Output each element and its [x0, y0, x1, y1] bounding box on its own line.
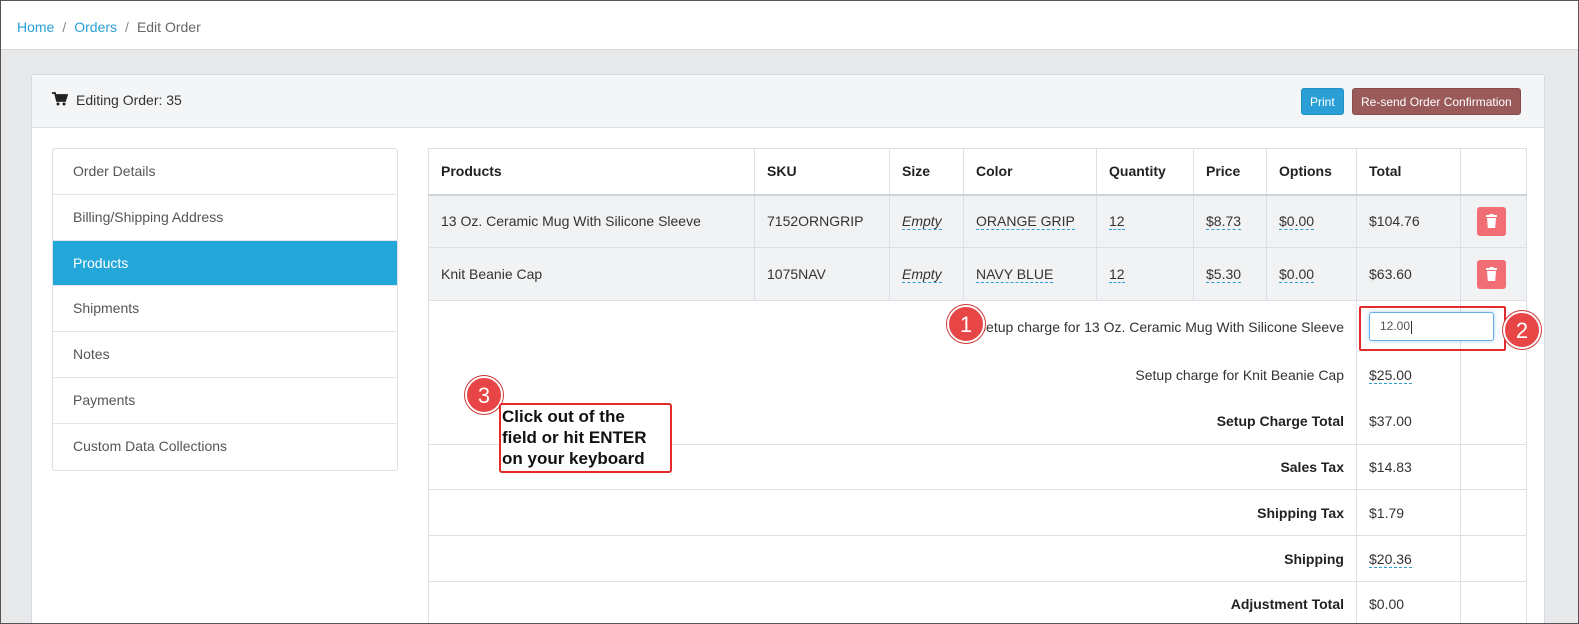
actions-cell [1460, 247, 1527, 301]
options-editable[interactable]: $0.00 [1279, 266, 1315, 283]
quantity-editable[interactable]: 12 [1109, 213, 1125, 231]
breadcrumb-home[interactable]: Home [17, 19, 54, 35]
column-header: SKU [754, 148, 890, 196]
product-sku: 7152ORNGRIP [754, 194, 890, 248]
setup-beanie-label: Setup charge for Knit Beanie Cap [428, 352, 1357, 399]
color-cell: NAVY BLUE [963, 247, 1097, 301]
column-header: Products [428, 148, 755, 196]
table-row: 13 Oz. Ceramic Mug With Silicone Sleeve … [428, 194, 1527, 248]
setup-beanie-editable[interactable]: $25.00 [1369, 367, 1412, 385]
adjustment-label: Adjustment Total [428, 580, 1357, 623]
sidebar-item-notes[interactable]: Notes [53, 332, 397, 378]
shipping-label: Shipping [428, 535, 1357, 582]
sidebar-item-billing-shipping[interactable]: Billing/Shipping Address [53, 195, 397, 241]
setup-mug-label: Setup charge for 13 Oz. Ceramic Mug With… [428, 300, 1357, 353]
panel-header: Editing Order: 35 Print Re-send Order Co… [32, 75, 1544, 128]
sidebar-item-payments[interactable]: Payments [53, 378, 397, 424]
size-editable[interactable]: Empty [902, 213, 942, 231]
instruction-callout: Click out of the field or hit ENTER on y… [499, 403, 672, 473]
size-editable[interactable]: Empty [902, 266, 942, 283]
adjustment-value: $0.00 [1356, 580, 1461, 623]
order-sidebar: Order Details Billing/Shipping Address P… [52, 148, 398, 471]
table-row: Knit Beanie Cap 1075NAV Empty NAVY BLUE … [428, 247, 1527, 301]
callout-line: field or hit ENTER [502, 428, 647, 447]
breadcrumb: Home / Orders / Edit Order [17, 19, 201, 35]
column-header: Options [1266, 148, 1357, 196]
price-cell: $5.30 [1193, 247, 1267, 301]
table-header-row: Products SKU Size Color Quantity Price O… [428, 148, 1527, 196]
summary-row-setup-beanie: Setup charge for Knit Beanie Cap $25.00 [428, 352, 1527, 399]
step-badge-2: 2 [1503, 311, 1541, 349]
color-editable[interactable]: ORANGE GRIP [976, 213, 1075, 231]
print-button[interactable]: Print [1301, 88, 1344, 115]
breadcrumb-separator: / [125, 19, 129, 35]
shipping-editable[interactable]: $20.36 [1369, 550, 1412, 568]
breadcrumb-separator: / [62, 19, 67, 35]
app-frame: Home / Orders / Edit Order Editing Order: 35… [0, 0, 1579, 624]
sales-tax-value: $14.83 [1356, 443, 1461, 491]
column-header: Price [1193, 148, 1267, 196]
callout-line: Click out of the [502, 407, 625, 426]
color-editable[interactable]: NAVY BLUE [976, 266, 1054, 283]
summary-row-shipping: Shipping $20.36 [428, 535, 1527, 582]
sidebar-item-products[interactable]: Products [53, 240, 397, 287]
options-cell: $0.00 [1266, 194, 1357, 248]
actions-cell [1460, 194, 1527, 248]
resend-confirmation-button[interactable]: Re-send Order Confirmation [1352, 88, 1521, 115]
callout-line: on your keyboard [502, 449, 645, 468]
row-total: $104.76 [1356, 194, 1461, 248]
summary-row-adjustment: Adjustment Total $0.00 [428, 580, 1527, 623]
setup-total-value: $37.00 [1356, 398, 1461, 445]
breadcrumb-orders[interactable]: Orders [74, 19, 117, 35]
trash-icon [1486, 266, 1497, 281]
quantity-editable[interactable]: 12 [1109, 266, 1125, 283]
price-editable[interactable]: $8.73 [1206, 213, 1242, 231]
shipping-tax-label: Shipping Tax [428, 489, 1357, 537]
empty-cell [1460, 535, 1527, 582]
setup-beanie-cell: $25.00 [1356, 352, 1461, 399]
price-editable[interactable]: $5.30 [1206, 266, 1242, 283]
options-cell: $0.00 [1266, 247, 1357, 301]
step-badge-3: 3 [465, 376, 503, 414]
price-cell: $8.73 [1193, 194, 1267, 248]
quantity-cell: 12 [1096, 247, 1194, 301]
shipping-tax-value: $1.79 [1356, 489, 1461, 537]
column-header-actions [1460, 148, 1527, 196]
shopping-cart-icon [52, 92, 68, 106]
product-name: Knit Beanie Cap [428, 247, 755, 301]
color-cell: ORANGE GRIP [963, 194, 1097, 248]
shipping-cell: $20.36 [1356, 535, 1461, 582]
empty-cell [1460, 489, 1527, 537]
column-header: Color [963, 148, 1097, 196]
trash-icon [1486, 213, 1497, 228]
sidebar-item-shipments[interactable]: Shipments [53, 286, 397, 333]
options-editable[interactable]: $0.00 [1279, 213, 1315, 231]
column-header: Quantity [1096, 148, 1194, 196]
product-sku: 1075NAV [754, 247, 890, 301]
products-table-wrap: Products SKU Size Color Quantity Price O… [428, 148, 1527, 623]
sidebar-item-custom-data[interactable]: Custom Data Collections [53, 424, 397, 470]
delete-button[interactable] [1477, 206, 1506, 236]
column-header: Size [889, 148, 964, 196]
summary-row-shipping-tax: Shipping Tax $1.79 [428, 489, 1527, 537]
step-badge-1: 1 [947, 305, 985, 343]
column-header: Total [1356, 148, 1461, 196]
delete-button[interactable] [1477, 259, 1506, 289]
products-table: Products SKU Size Color Quantity Price O… [428, 148, 1527, 623]
quantity-cell: 12 [1096, 194, 1194, 248]
row-total: $63.60 [1356, 247, 1461, 301]
breadcrumb-current: Edit Order [136, 19, 201, 35]
product-name: 13 Oz. Ceramic Mug With Silicone Sleeve [428, 194, 755, 248]
empty-cell [1460, 352, 1527, 399]
page-title: Editing Order: 35 [76, 92, 182, 108]
empty-cell [1460, 398, 1527, 445]
size-cell: Empty [889, 194, 964, 248]
empty-cell [1460, 443, 1527, 491]
order-panel: Editing Order: 35 Print Re-send Order Co… [31, 74, 1545, 623]
size-cell: Empty [889, 247, 964, 301]
empty-cell [1460, 580, 1527, 623]
sidebar-item-order-details[interactable]: Order Details [53, 149, 397, 195]
top-bar: Home / Orders / Edit Order [1, 1, 1578, 50]
highlight-box [1359, 306, 1506, 351]
